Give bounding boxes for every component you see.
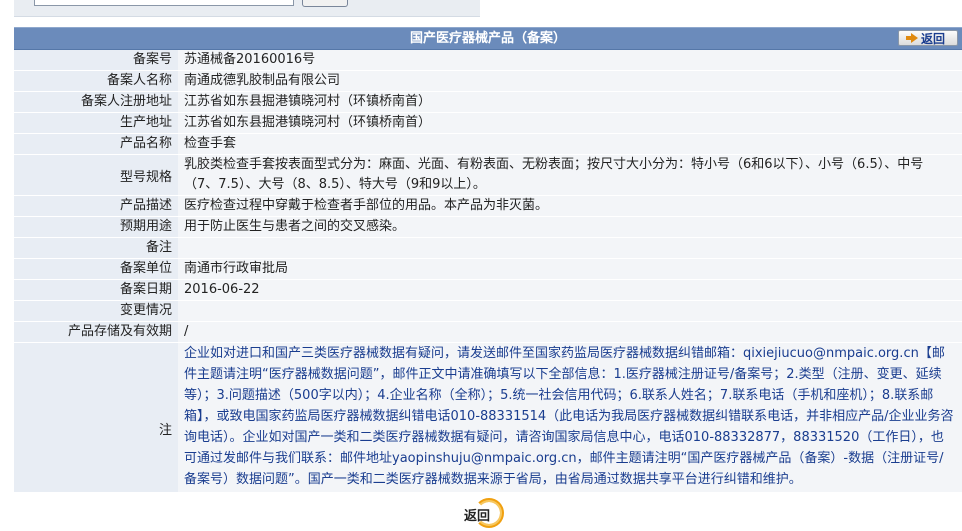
back-button-bottom-label: 返回 [464,509,491,524]
back-button-bottom[interactable]: 返回 [462,497,524,531]
table-row: 备案号 苏通械备20160016号 [14,50,962,71]
field-value [178,301,962,321]
field-value [178,238,962,258]
field-value: 2016-06-22 [178,280,962,300]
field-label: 生产地址 [14,113,178,133]
table-row: 备案人注册地址 江苏省如东县掘港镇晓河村（环镇桥南首） [14,92,962,113]
table-row: 备案日期 2016-06-22 [14,280,962,301]
table-row: 备案人名称 南通成德乳胶制品有限公司 [14,71,962,92]
field-label: 预期用途 [14,217,178,237]
table-row: 产品名称 检查手套 [14,134,962,155]
table-row: 产品描述 医疗检查过程中穿戴于检查者手部位的用品。本产品为非灭菌。 [14,196,962,217]
footer: 返回 [14,492,962,529]
back-button-label: 返回 [920,31,945,46]
field-label: 产品存储及有效期 [14,322,178,342]
field-label: 备案人名称 [14,71,178,91]
field-label: 备案号 [14,50,178,70]
field-label: 产品描述 [14,196,178,216]
field-label: 备注 [14,238,178,258]
field-value: 江苏省如东县掘港镇晓河村（环镇桥南首） [178,113,962,133]
table-row: 变更情况 [14,301,962,322]
detail-table: 备案号 苏通械备20160016号 备案人名称 南通成德乳胶制品有限公司 备案人… [14,50,962,514]
search-input[interactable] [34,0,294,6]
page-title: 国产医疗器械产品（备案） [409,31,566,46]
field-value: 乳胶类检查手套按表面型式分为：麻面、光面、有粉表面、无粉表面；按尺寸大小分为：特… [178,155,962,195]
note-label: 注 [14,343,178,513]
table-row: 备注 [14,238,962,259]
table-row: 预期用途 用于防止医生与患者之间的交叉感染。 [14,217,962,238]
table-row: 备案单位 南通市行政审批局 [14,259,962,280]
arrow-right-icon [905,33,918,43]
field-label: 产品名称 [14,134,178,154]
field-value: 苏通械备20160016号 [178,50,962,70]
search-button[interactable]: 查询 [302,0,348,7]
back-button-top[interactable]: 返回 [898,30,958,46]
table-row: 生产地址 江苏省如东县掘港镇晓河村（环镇桥南首） [14,113,962,134]
field-value: 南通成德乳胶制品有限公司 [178,71,962,91]
field-label: 备案单位 [14,259,178,279]
field-label: 备案日期 [14,280,178,300]
table-row: 型号规格 乳胶类检查手套按表面型式分为：麻面、光面、有粉表面、无粉表面；按尺寸大… [14,155,962,196]
field-label: 备案人注册地址 [14,92,178,112]
field-label: 变更情况 [14,301,178,321]
note-text: 企业如对进口和国产三类医疗器械数据有疑问，请发送邮件至国家药监局医疗器械数据纠错… [178,343,962,513]
table-row: 产品存储及有效期 / [14,322,962,343]
field-value: / [178,322,962,342]
field-value: 江苏省如东县掘港镇晓河村（环镇桥南首） [178,92,962,112]
field-value: 医疗检查过程中穿戴于检查者手部位的用品。本产品为非灭菌。 [178,196,962,216]
note-row: 注 企业如对进口和国产三类医疗器械数据有疑问，请发送邮件至国家药监局医疗器械数据… [14,343,962,514]
field-label: 型号规格 [14,155,178,195]
field-value: 检查手套 [178,134,962,154]
field-value: 用于防止医生与患者之间的交叉感染。 [178,217,962,237]
title-bar: 国产医疗器械产品（备案） 返回 [14,27,962,50]
field-value: 南通市行政审批局 [178,259,962,279]
